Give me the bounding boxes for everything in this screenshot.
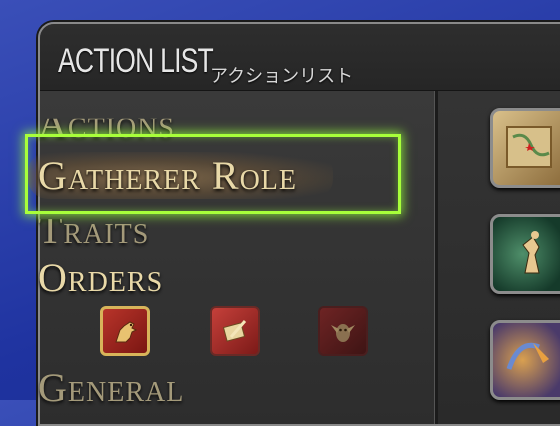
category-general[interactable]: General — [38, 364, 184, 411]
title-bar: ACTION LIST アクションリスト — [40, 24, 560, 91]
category-gatherer-role[interactable]: Gatherer Role — [28, 152, 333, 199]
chocobo-icon[interactable] — [100, 306, 150, 356]
gatherer-silhouette-icon[interactable] — [490, 214, 560, 294]
window-title: ACTION LIST — [58, 42, 214, 80]
gathering-tool-icon[interactable] — [490, 320, 560, 400]
window-subtitle: アクションリスト — [210, 66, 354, 87]
category-orders[interactable]: Orders — [38, 254, 163, 301]
scroll-quill-icon[interactable] — [210, 306, 260, 356]
owl-icon[interactable] — [318, 306, 368, 356]
treasure-map-icon[interactable] — [490, 108, 560, 188]
